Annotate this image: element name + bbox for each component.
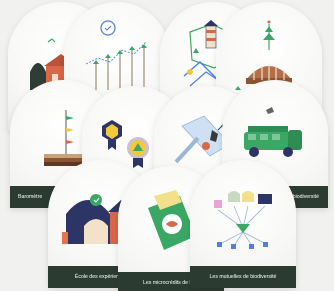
card-title: Les mutuelles de biodiversité bbox=[190, 266, 296, 288]
badge-icon bbox=[102, 120, 122, 150]
network-illustration bbox=[214, 191, 272, 249]
card-mutuelles-biodiversite[interactable]: Les mutuelles de biodiversité bbox=[190, 160, 296, 288]
